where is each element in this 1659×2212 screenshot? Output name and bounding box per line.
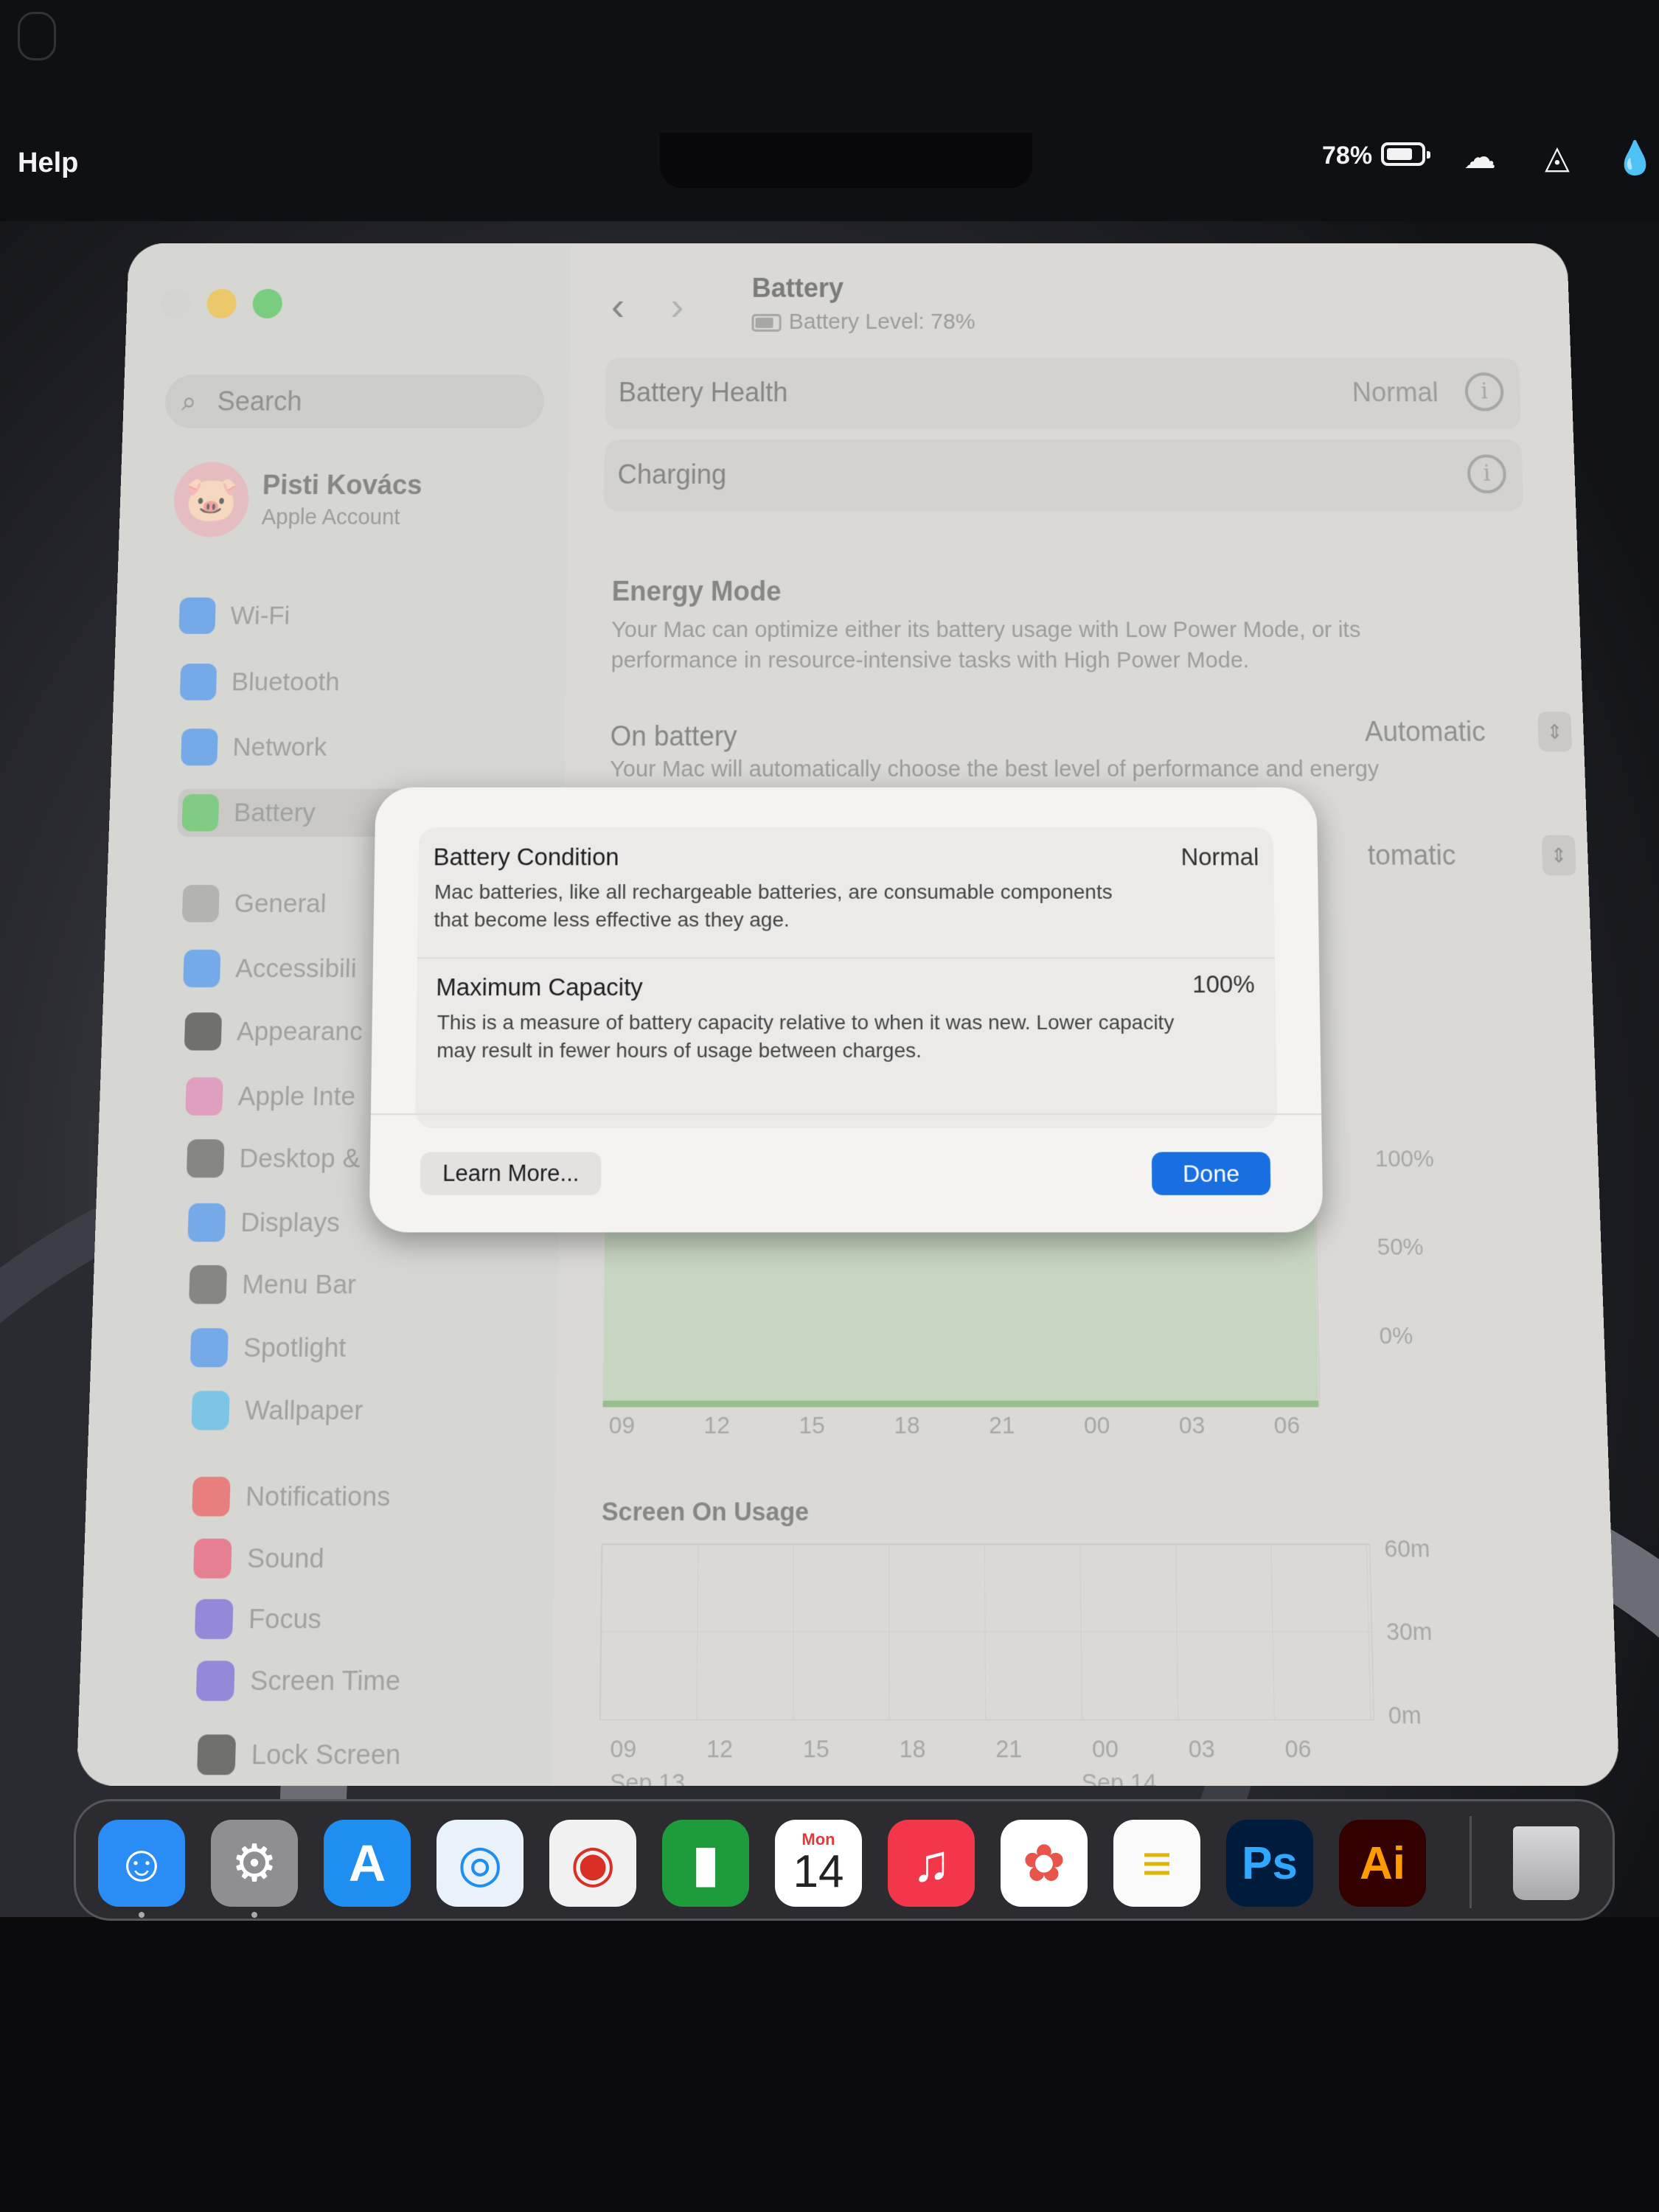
maximum-capacity-title: Maximum Capacity bbox=[436, 973, 643, 1001]
dock-separator bbox=[1470, 1816, 1472, 1908]
illustrator-icon[interactable]: Ai bbox=[1339, 1820, 1426, 1907]
drive-icon[interactable]: ◬ bbox=[1545, 139, 1570, 176]
calendar-day: 14 bbox=[793, 1848, 844, 1896]
app-store-icon[interactable]: A bbox=[324, 1820, 411, 1907]
battery-percent[interactable]: 78% bbox=[1322, 142, 1372, 170]
battery-condition-value: Normal bbox=[1180, 844, 1259, 872]
gear-icon[interactable]: ⚙ bbox=[211, 1820, 298, 1907]
maximum-capacity-value: 100% bbox=[1192, 970, 1255, 998]
battery-condition-desc: Mac batteries, like all rechargeable bat… bbox=[434, 878, 1140, 933]
creative-cloud-icon[interactable]: ☁ bbox=[1464, 139, 1496, 176]
bezel bbox=[0, 1917, 1659, 2212]
droplet-icon[interactable]: 💧 bbox=[1615, 139, 1655, 177]
running-indicator bbox=[139, 1912, 145, 1918]
safari-icon[interactable]: ◎ bbox=[437, 1820, 524, 1907]
menu-help[interactable]: Help bbox=[18, 147, 78, 179]
dock: ☺ ⚙ A ◎ ◉ ▮ Mon 14 ♫ ✿ ≡ Ps Ai bbox=[74, 1799, 1615, 1921]
learn-more-button[interactable]: Learn More... bbox=[420, 1152, 602, 1194]
running-indicator bbox=[251, 1912, 257, 1918]
battery-info-card: Battery Condition Normal Mac batteries, … bbox=[415, 827, 1277, 1128]
battery-health-sheet: Battery Condition Normal Mac batteries, … bbox=[369, 787, 1323, 1233]
battery-condition-title: Battery Condition bbox=[433, 844, 619, 872]
finder-icon[interactable]: ☺ bbox=[98, 1820, 185, 1907]
photos-icon[interactable]: ✿ bbox=[1001, 1820, 1088, 1907]
trash-icon[interactable] bbox=[1503, 1820, 1590, 1907]
photoshop-icon[interactable]: Ps bbox=[1226, 1820, 1313, 1907]
apple-logo-reflection bbox=[18, 12, 56, 60]
camera-notch bbox=[660, 133, 1032, 188]
music-icon[interactable]: ♫ bbox=[888, 1820, 975, 1907]
divider bbox=[371, 1113, 1321, 1115]
divider bbox=[417, 957, 1275, 959]
calendar-icon[interactable]: Mon 14 bbox=[775, 1820, 862, 1907]
chrome-icon[interactable]: ◉ bbox=[549, 1820, 636, 1907]
menu-bar: Help 78% ☁ ◬ 💧 bbox=[0, 0, 1659, 221]
maximum-capacity-desc: This is a measure of battery capacity re… bbox=[437, 1009, 1175, 1065]
battery-icon[interactable] bbox=[1381, 142, 1425, 166]
notes-icon[interactable]: ≡ bbox=[1113, 1820, 1200, 1907]
numbers-icon[interactable]: ▮ bbox=[662, 1820, 749, 1907]
done-button[interactable]: Done bbox=[1152, 1152, 1271, 1194]
